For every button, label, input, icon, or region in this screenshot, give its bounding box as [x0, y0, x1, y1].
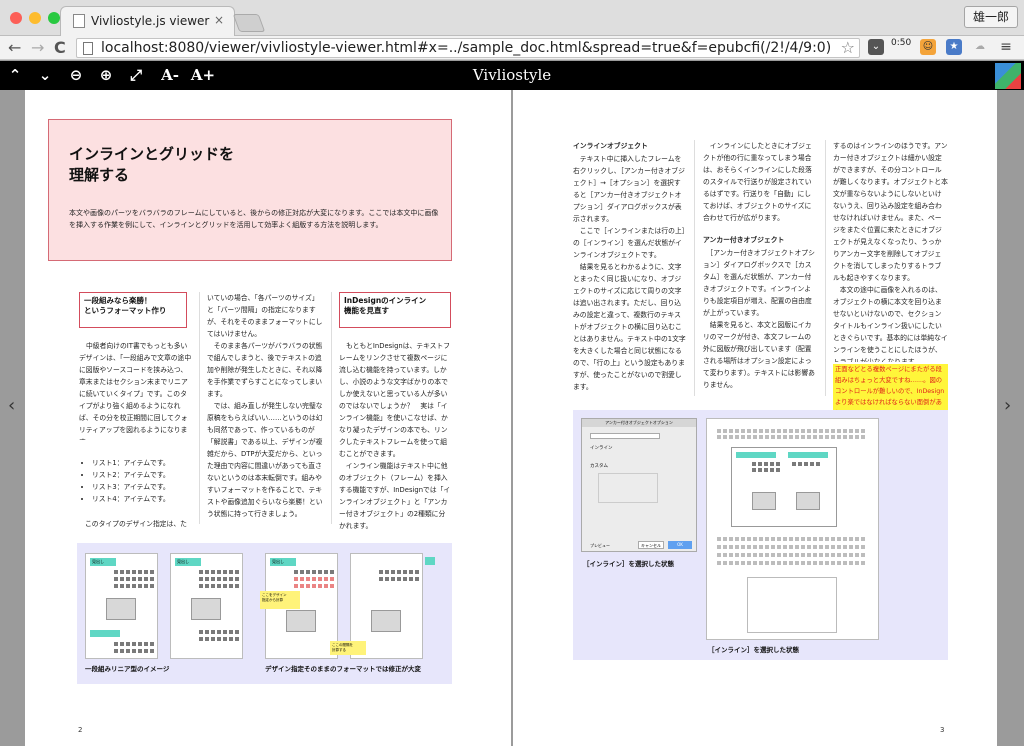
column-divider — [825, 140, 826, 396]
viewer-title: Vivliostyle — [472, 66, 552, 84]
extension-star-icon[interactable]: ★ — [946, 39, 962, 55]
page-icon — [73, 14, 85, 28]
list-item: リスト1：アイテムです。 — [92, 457, 192, 469]
new-tab-button[interactable] — [232, 14, 266, 32]
figure-page-mock: 見出し — [170, 553, 243, 659]
list-item: リスト2：アイテムです。 — [92, 469, 192, 481]
right-col1-text: テキスト中に挿入したフレームを右クリックし、［アンカー付きオブジェクト］→［オプ… — [573, 155, 686, 391]
page-number: 2 — [78, 726, 83, 734]
right-col3-text: するのはインラインのほうです。アンカー付きオブジェクトは細かい設定ができますが、… — [833, 142, 948, 362]
left-col2-text: いていの場合、「各パーツのサイズ」と「パーツ間隔」の指定になりますが、それをその… — [207, 294, 323, 518]
dialog-title: アンカー付きオブジェクトオプション — [582, 419, 696, 427]
highlight-note: 正面などとる複数ページにまたがる段組みはちょっと大変ですね……。図のコントロール… — [833, 364, 948, 410]
dialog-option-custom[interactable]: カスタム — [590, 463, 608, 469]
profile-button[interactable]: 雄一郎 — [963, 6, 1018, 28]
font-smaller-button[interactable]: A- — [155, 61, 185, 90]
dialog-fields — [598, 473, 658, 503]
next-page-button[interactable]: › — [1004, 395, 1011, 416]
dialog-option-inline[interactable]: インライン — [590, 445, 613, 451]
column-divider — [694, 140, 695, 396]
figure-tag: 見出し — [90, 558, 116, 566]
options-dialog: アンカー付きオブジェクトオプション インライン カスタム プレビュー キャンセル… — [581, 418, 697, 552]
prev-page-button[interactable]: ‹ — [8, 395, 15, 416]
right-col2-text: インラインにしたときにオブジェクトが他の行に重なってしまう場合は、おそらくインラ… — [703, 142, 812, 222]
browser-tab-bar: Vivliostyle.js viewer × 雄一郎 — [0, 0, 1024, 36]
menu-icon[interactable]: ≡ — [998, 39, 1014, 55]
extension-face-icon[interactable]: ☺ — [920, 39, 936, 55]
dialog-select[interactable] — [590, 433, 660, 439]
figure-note: ここの間隔を 計算する — [330, 641, 366, 655]
figure-inline-demo: アンカー付きオブジェクトオプション インライン カスタム プレビュー キャンセル… — [573, 410, 948, 660]
figure-caption: デザイン指定そのままのフォーマットでは修正が大変 — [265, 665, 421, 673]
left-col3-text: もともとInDesignは、テキストフレームをリンクさせて複数ページに流し込む機… — [339, 342, 451, 530]
zoom-out-button[interactable]: ⊖ — [61, 61, 91, 90]
reload-button[interactable]: C — [54, 38, 66, 58]
timer-extension[interactable]: 0:50 — [891, 39, 911, 55]
url-text: localhost:8080/viewer/vivliostyle-viewer… — [101, 40, 832, 56]
right-heading-2: アンカー付きオブジェクト — [703, 236, 785, 244]
section-heading-2: InDesignのインライン 機能を見直す — [339, 292, 451, 328]
image-placeholder — [106, 598, 136, 620]
section-heading-1: 一段組みなら楽勝！ というフォーマット作り — [79, 292, 187, 328]
figure-linear-layout: 見出し 見出し 見出し ここをデザイン 指定から計算 ここの間隔を 計算する 一… — [77, 543, 452, 684]
figure-caption: ［インライン］を選択した状態 — [708, 646, 799, 654]
pocket-icon[interactable]: ⌄ — [868, 39, 884, 55]
image-placeholder — [191, 598, 221, 620]
figure-caption: 一段組みリニア型のイメージ — [85, 665, 170, 673]
extension-cloud-icon[interactable]: ☁ — [972, 39, 988, 55]
zoom-in-button[interactable]: ⊕ — [91, 61, 121, 90]
right-col2b-text: ［アンカー付きオブジェクトオプション］ダイアログボックスで［カスタム］を選んだ状… — [703, 249, 815, 389]
dialog-preview-checkbox[interactable]: プレビュー — [590, 543, 610, 549]
chapter-title: インラインとグリッドを 理解する — [69, 145, 235, 184]
dialog-cancel-button[interactable]: キャンセル — [638, 541, 664, 549]
left-col1-end: このタイプのデザイン指定は、た — [85, 520, 187, 528]
viewer-toolbar: Vivliostyle ⌃ ⌄ ⊖ ⊕ ⤢ A- A+ — [0, 61, 1024, 90]
page-number: 3 — [940, 726, 945, 734]
figure-note: ここをデザイン 指定から計算 — [260, 591, 300, 609]
figure-caption: ［インライン］を選択した状態 — [583, 560, 674, 568]
forward-button[interactable]: → — [31, 38, 44, 58]
page-icon — [83, 42, 93, 55]
left-col1-text: 中級者向けのIT書でもっとも多いデザインは、「一段組みで文章の途中に図版やソース… — [79, 342, 192, 440]
embedded-figure — [731, 447, 837, 527]
close-window-button[interactable] — [10, 12, 22, 24]
column-divider — [331, 292, 332, 524]
fit-page-button[interactable]: ⤢ — [121, 61, 151, 90]
chapter-title-box: インラインとグリッドを 理解する 本文や画像のパーツをバラバラのフレームにしてい… — [48, 119, 452, 261]
chapter-lead: 本文や画像のパーツをバラバラのフレームにしていると、後からの修正対応が大変になり… — [69, 209, 439, 229]
list-item: リスト3：アイテムです。 — [92, 481, 192, 493]
figure-tag: 見出し — [175, 558, 201, 566]
figure-tag: 見出し — [270, 558, 296, 566]
figure-tag — [90, 630, 120, 637]
page-up-button[interactable]: ⌃ — [0, 61, 30, 90]
figure-page-mock — [706, 418, 879, 640]
page-down-button[interactable]: ⌄ — [30, 61, 60, 90]
image-placeholder — [371, 610, 401, 632]
back-button[interactable]: ← — [8, 38, 21, 58]
browser-tab[interactable]: Vivliostyle.js viewer × — [60, 6, 235, 36]
maximize-window-button[interactable] — [48, 12, 60, 24]
right-heading-1: インラインオブジェクト — [573, 142, 648, 150]
list-item: リスト4：アイテムです。 — [92, 493, 192, 505]
address-bar[interactable]: localhost:8080/viewer/vivliostyle-viewer… — [76, 38, 860, 58]
tab-title: Vivliostyle.js viewer — [91, 14, 210, 28]
browser-nav-bar: ← → C localhost:8080/viewer/vivliostyle-… — [0, 36, 1024, 60]
vivliostyle-logo — [995, 63, 1021, 89]
dialog-ok-button[interactable]: OK — [668, 541, 692, 549]
bookmark-star-icon[interactable]: ☆ — [841, 38, 855, 57]
figure-tag — [425, 557, 435, 565]
bullet-list: リスト1：アイテムです。 リスト2：アイテムです。 リスト3：アイテムです。 リ… — [92, 457, 192, 505]
tab-close-icon[interactable]: × — [214, 13, 224, 27]
figure-page-mock: 見出し — [85, 553, 158, 659]
column-divider — [199, 292, 200, 524]
minimize-window-button[interactable] — [29, 12, 41, 24]
image-placeholder — [286, 610, 316, 632]
embedded-table — [747, 577, 837, 633]
font-larger-button[interactable]: A+ — [188, 61, 218, 90]
